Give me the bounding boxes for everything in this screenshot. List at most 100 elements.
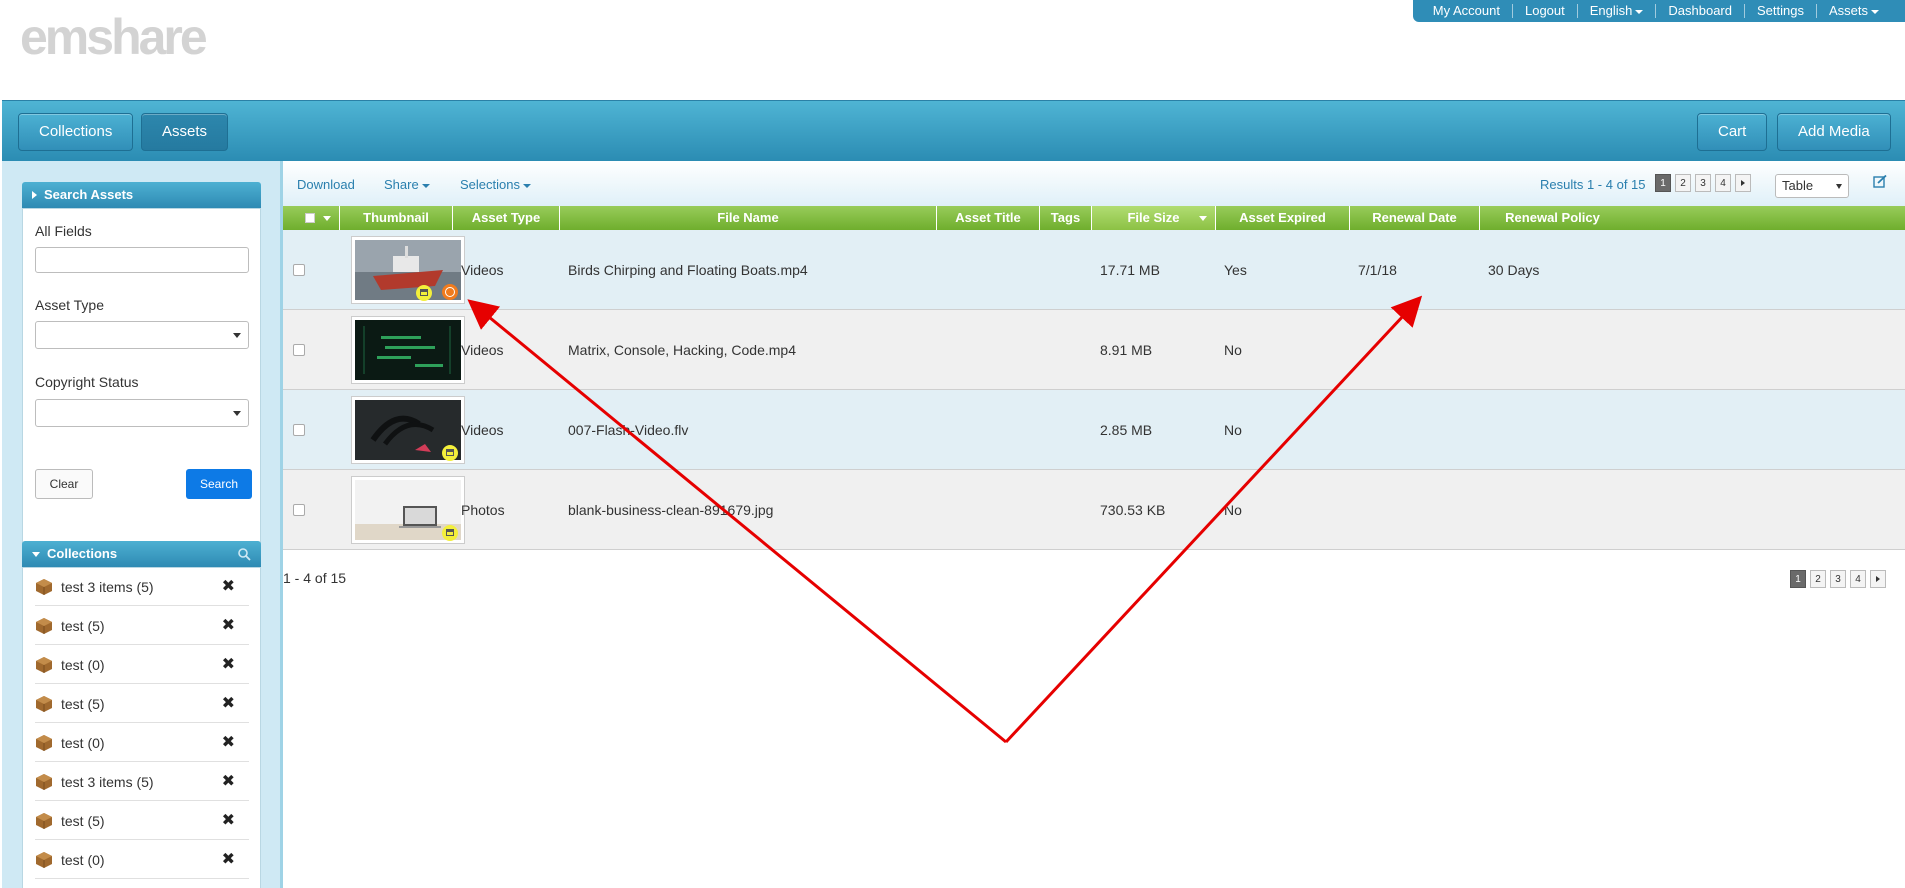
select-all-header[interactable] [283, 206, 340, 230]
cell-asset-type: Photos [461, 502, 505, 518]
chevron-down-icon [421, 183, 430, 188]
page-3-button[interactable]: 3 [1695, 174, 1711, 192]
col-thumbnail[interactable]: Thumbnail [340, 206, 453, 230]
remove-collection-icon[interactable]: ✖ [222, 732, 235, 752]
remove-collection-icon[interactable]: ✖ [222, 771, 235, 791]
cell-asset-expired: No [1224, 502, 1242, 518]
collections-button[interactable]: Collections [18, 113, 134, 151]
table-row[interactable]: Photos blank-business-clean-891679.jpg 730… [283, 470, 1905, 550]
top-pagination: 1234 [1655, 174, 1751, 192]
cell-file-name[interactable]: Birds Chirping and Floating Boats.mp4 [568, 230, 808, 310]
page-4-button[interactable]: 4 [1850, 570, 1866, 588]
row-select-checkbox[interactable] [293, 504, 305, 516]
asset-thumbnail[interactable] [351, 316, 465, 384]
table-row[interactable]: Videos Matrix, Console, Hacking, Code.mp4… [283, 310, 1905, 390]
collection-item[interactable]: test 3 items (5) ✖ [35, 763, 249, 801]
col-tags[interactable]: Tags [1040, 206, 1092, 230]
cell-file-name[interactable]: 007-Flash-Video.flv [568, 390, 688, 470]
collection-box-icon [36, 696, 52, 712]
cell-file-size: 2.85 MB [1100, 422, 1153, 438]
selections-dropdown[interactable]: Selections [460, 177, 531, 192]
copyright-status-select[interactable] [35, 399, 249, 427]
assets-button[interactable]: Assets [141, 113, 229, 151]
page-1-button[interactable]: 1 [1655, 174, 1671, 192]
all-fields-input[interactable] [35, 247, 249, 273]
collection-item[interactable]: test (5) ✖ [35, 802, 249, 840]
remove-collection-icon[interactable]: ✖ [222, 654, 235, 674]
col-renewal-policy[interactable]: Renewal Policy [1480, 206, 1625, 230]
edit-columns-icon[interactable] [1873, 175, 1887, 189]
license-badge-icon[interactable] [416, 285, 432, 301]
asset-thumbnail[interactable] [351, 396, 465, 464]
page-1-button[interactable]: 1 [1790, 570, 1806, 588]
collection-item[interactable]: test (0) ✖ [35, 646, 249, 684]
collection-label: test (0) [61, 852, 105, 868]
next-page-button[interactable] [1870, 570, 1886, 588]
asset-type-select[interactable] [35, 321, 249, 349]
remove-collection-icon[interactable]: ✖ [222, 693, 235, 713]
col-asset-title[interactable]: Asset Title [937, 206, 1040, 230]
row-select-checkbox[interactable] [293, 264, 305, 276]
search-assets-header[interactable]: Search Assets [22, 182, 261, 208]
cell-file-name[interactable]: Matrix, Console, Hacking, Code.mp4 [568, 310, 796, 390]
caret-down-icon [32, 552, 40, 558]
settings-link[interactable]: Settings [1744, 4, 1816, 18]
my-account-link[interactable]: My Account [1421, 4, 1512, 18]
table-header: Thumbnail Asset Type File Name Asset Tit… [283, 206, 1905, 230]
collection-item[interactable]: test (5) ✖ [35, 685, 249, 723]
cell-file-name[interactable]: blank-business-clean-891679.jpg [568, 470, 773, 550]
page-2-button[interactable]: 2 [1675, 174, 1691, 192]
footer-count: 1 - 4 of 15 [283, 570, 347, 586]
collection-item[interactable]: test (5) ✖ [35, 607, 249, 645]
dashboard-link[interactable]: Dashboard [1655, 4, 1744, 18]
top-nav: My Account Logout English Dashboard Sett… [1412, 0, 1905, 22]
search-icon[interactable] [237, 547, 251, 561]
clear-button[interactable]: Clear [35, 469, 93, 499]
col-asset-type[interactable]: Asset Type [453, 206, 560, 230]
page-3-button[interactable]: 3 [1830, 570, 1846, 588]
col-asset-expired[interactable]: Asset Expired [1216, 206, 1350, 230]
collection-label: test (5) [61, 696, 105, 712]
remove-collection-icon[interactable]: ✖ [222, 849, 235, 869]
table-row[interactable]: Videos Birds Chirping and Floating Boats.… [283, 230, 1905, 310]
search-button[interactable]: Search [186, 469, 252, 499]
chevron-down-icon [1635, 9, 1644, 14]
download-link[interactable]: Download [297, 177, 355, 192]
asset-thumbnail[interactable] [351, 476, 465, 544]
table-row[interactable]: Videos 007-Flash-Video.flv 2.85 MB No [283, 390, 1905, 470]
cell-renewal-date: 7/1/18 [1358, 262, 1397, 278]
asset-thumbnail[interactable] [351, 236, 465, 304]
logout-link[interactable]: Logout [1511, 4, 1577, 18]
next-page-button[interactable] [1735, 174, 1751, 192]
remove-collection-icon[interactable]: ✖ [222, 615, 235, 635]
language-dropdown[interactable]: English [1576, 4, 1656, 18]
page-4-button[interactable]: 4 [1715, 174, 1731, 192]
col-file-name[interactable]: File Name [560, 206, 937, 230]
chevron-down-icon[interactable] [323, 216, 331, 221]
add-media-button[interactable]: Add Media [1777, 113, 1891, 151]
emshare-logo[interactable]: emshare [20, 12, 208, 62]
collection-item[interactable]: test (0) ✖ [35, 724, 249, 762]
share-dropdown[interactable]: Share [384, 177, 430, 192]
collection-item[interactable]: test 3 items (5) ✖ [35, 568, 249, 606]
select-all-checkbox[interactable] [305, 213, 315, 223]
cell-file-size: 8.91 MB [1100, 342, 1153, 358]
view-mode-select[interactable]: Table [1775, 174, 1849, 198]
row-select-checkbox[interactable] [293, 424, 305, 436]
assets-dropdown[interactable]: Assets [1815, 4, 1891, 18]
license-badge-icon[interactable] [442, 445, 458, 461]
collection-label: test (0) [61, 657, 105, 673]
remove-collection-icon[interactable]: ✖ [222, 810, 235, 830]
row-select-checkbox[interactable] [293, 344, 305, 356]
remove-collection-icon[interactable]: ✖ [222, 576, 235, 596]
cart-button[interactable]: Cart [1697, 113, 1768, 151]
collection-item[interactable]: test (0) ✖ [35, 841, 249, 879]
license-badge-icon[interactable] [442, 525, 458, 541]
page-2-button[interactable]: 2 [1810, 570, 1826, 588]
expired-clock-icon[interactable] [442, 284, 458, 300]
col-renewal-date[interactable]: Renewal Date [1350, 206, 1480, 230]
caret-right-icon [32, 191, 37, 199]
collection-box-icon [36, 852, 52, 868]
collections-panel-header[interactable]: Collections [22, 541, 261, 567]
col-file-size[interactable]: File Size [1092, 206, 1216, 230]
